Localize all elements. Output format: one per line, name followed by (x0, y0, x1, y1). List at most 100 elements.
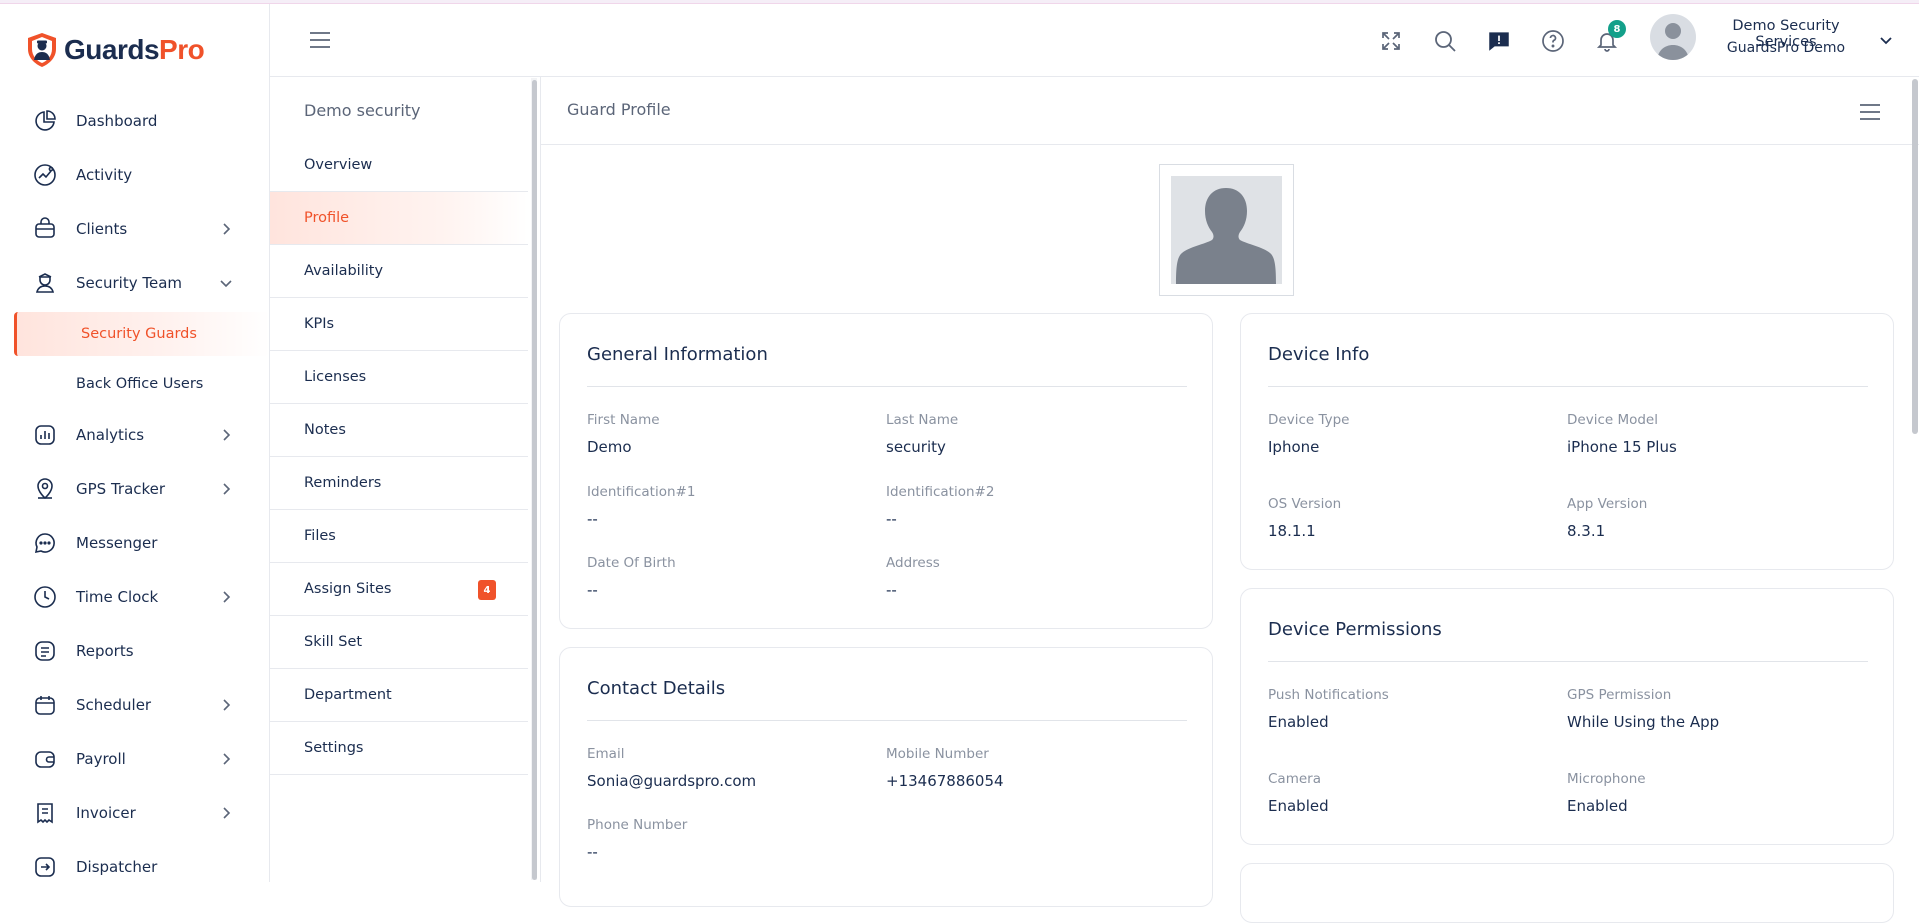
identification-1-value: -- (587, 510, 598, 528)
sidebar-item-time-clock[interactable]: Time Clock (0, 570, 269, 624)
menu-icon[interactable] (1859, 103, 1881, 121)
analytics-icon (32, 422, 58, 448)
invoice-icon (32, 800, 58, 826)
submenu-item-assign-sites[interactable]: Assign Sites 4 (270, 563, 528, 616)
sidebar-item-label: Activity (76, 166, 133, 184)
hamburger-menu-icon[interactable] (308, 30, 332, 50)
submenu-item-kpis[interactable]: KPIs (270, 298, 528, 351)
submenu-scrollbar[interactable] (532, 80, 537, 880)
submenu-item-reminders[interactable]: Reminders (270, 457, 528, 510)
identification-2-label: Identification#2 (886, 484, 995, 500)
avatar[interactable] (1650, 14, 1696, 60)
card-title: Device Info (1268, 344, 1370, 365)
sidebar-item-security-team[interactable]: Security Team (0, 256, 269, 310)
sidebar-item-scheduler[interactable]: Scheduler (0, 678, 269, 732)
messenger-icon (32, 530, 58, 556)
first-name-label: First Name (587, 412, 660, 428)
divider (587, 386, 1187, 387)
sidebar-item-label: Analytics (76, 426, 145, 444)
sidebar-item-label: Scheduler (76, 696, 152, 714)
main-scrollbar[interactable] (1912, 79, 1918, 434)
additional-card (1240, 863, 1894, 923)
sidebar-item-invoicer[interactable]: Invoicer (0, 786, 269, 840)
date-of-birth-label: Date Of Birth (587, 555, 676, 571)
submenu-item-availability[interactable]: Availability (270, 245, 528, 298)
last-name-label: Last Name (886, 412, 959, 428)
sidebar-item-dispatcher[interactable]: Dispatcher (0, 840, 269, 882)
submenu-item-settings[interactable]: Settings (270, 722, 528, 775)
sidebar-item-label: Dashboard (76, 112, 158, 130)
logo[interactable]: GuardsPro (26, 32, 205, 68)
submenu-item-notes[interactable]: Notes (270, 404, 528, 457)
identification-2-value: -- (886, 510, 897, 528)
device-model-label: Device Model (1567, 412, 1658, 428)
top-header: 8 Demo Security Services GuardsPro Demo (270, 4, 1919, 77)
profile-photo[interactable] (1159, 164, 1294, 296)
email-label: Email (587, 746, 625, 762)
divider (541, 144, 1919, 145)
sidebar-item-label: Reports (76, 642, 134, 660)
help-icon[interactable] (1540, 28, 1566, 54)
sidebar-item-analytics[interactable]: Analytics (0, 408, 269, 462)
camera-value: Enabled (1268, 797, 1329, 815)
submenu-item-department[interactable]: Department (270, 669, 528, 722)
user-placeholder-icon (1176, 188, 1276, 284)
submenu-item-files[interactable]: Files (270, 510, 528, 563)
device-type-value: Iphone (1268, 438, 1320, 456)
submenu-item-overview[interactable]: Overview (270, 139, 528, 192)
fullscreen-icon[interactable] (1378, 28, 1404, 54)
first-name-value: Demo (587, 438, 632, 456)
device-info-card: Device Info Device Type Iphone Device Mo… (1240, 313, 1894, 570)
microphone-value: Enabled (1567, 797, 1628, 815)
search-icon[interactable] (1432, 28, 1458, 54)
sidebar-item-clients[interactable]: Clients (0, 202, 269, 256)
sidebar-subitem-security-guards[interactable]: Security Guards (14, 312, 269, 356)
card-title: Contact Details (587, 678, 726, 699)
divider (1268, 386, 1868, 387)
sidebar-item-gps-tracker[interactable]: GPS Tracker (0, 462, 269, 516)
sidebar-nav: Dashboard Activity Clients Security Team… (0, 94, 269, 882)
main-content: Guard Profile General Information First … (540, 77, 1919, 923)
sidebar-item-messenger[interactable]: Messenger (0, 516, 269, 570)
device-type-label: Device Type (1268, 412, 1350, 428)
card-title: General Information (587, 344, 768, 365)
divider (587, 720, 1187, 721)
gps-icon (32, 476, 58, 502)
chevron-right-icon (223, 807, 231, 819)
gps-permission-value: While Using the App (1567, 713, 1720, 731)
sidebar-item-payroll[interactable]: Payroll (0, 732, 269, 786)
clock-icon (32, 584, 58, 610)
divider (1268, 661, 1868, 662)
sidebar: GuardsPro Dashboard Activity Clients Sec… (0, 4, 270, 882)
guard-name-title: Demo security (304, 101, 421, 120)
sidebar-item-dashboard[interactable]: Dashboard (0, 94, 269, 148)
chevron-right-icon (223, 591, 231, 603)
chevron-down-icon (220, 280, 232, 288)
chevron-right-icon (223, 483, 231, 495)
sidebar-subitem-back-office-users[interactable]: Back Office Users (0, 359, 269, 408)
feedback-icon[interactable] (1486, 28, 1512, 54)
os-version-label: OS Version (1268, 496, 1342, 512)
submenu-item-licenses[interactable]: Licenses (270, 351, 528, 404)
activity-icon (32, 162, 58, 188)
sidebar-item-activity[interactable]: Activity (0, 148, 269, 202)
chevron-down-icon[interactable] (1878, 32, 1894, 48)
phone-number-label: Phone Number (587, 817, 688, 833)
submenu-item-profile[interactable]: Profile (270, 192, 528, 245)
identification-1-label: Identification#1 (587, 484, 696, 500)
chevron-right-icon (223, 699, 231, 711)
sidebar-item-label: Messenger (76, 534, 158, 552)
sidebar-item-label: Payroll (76, 750, 126, 768)
submenu-item-skill-set[interactable]: Skill Set (270, 616, 528, 669)
push-notifications-label: Push Notifications (1268, 687, 1389, 703)
wallet-icon (32, 746, 58, 772)
sidebar-item-reports[interactable]: Reports (0, 624, 269, 678)
mobile-number-label: Mobile Number (886, 746, 989, 762)
user-placeholder-icon (1657, 23, 1689, 60)
contact-details-card: Contact Details Email Sonia@guardspro.co… (559, 647, 1213, 907)
sidebar-item-label: GPS Tracker (76, 480, 166, 498)
clients-icon (32, 216, 58, 242)
security-team-icon (32, 270, 58, 296)
sidebar-item-label: Time Clock (76, 588, 159, 606)
last-name-value: security (886, 438, 946, 456)
